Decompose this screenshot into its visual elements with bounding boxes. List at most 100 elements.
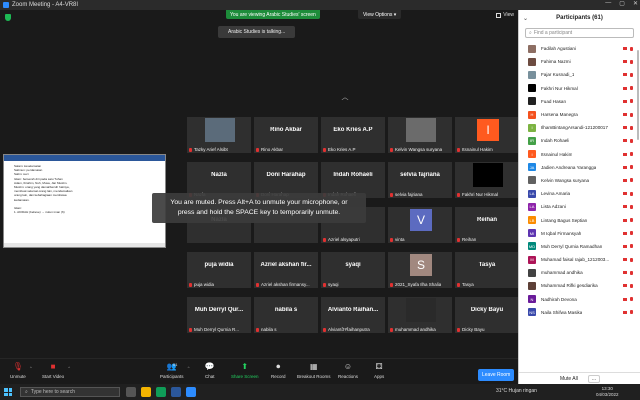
chat-button[interactable]: 💬 Chat (205, 363, 215, 380)
participant-list-item[interactable]: Fadilah Agustiani (519, 42, 640, 55)
microphone-muted-icon (630, 165, 633, 170)
audio-options-caret-icon[interactable]: ^ (30, 365, 32, 370)
unmute-button[interactable]: 🎙 Unmute ^ (10, 363, 32, 380)
chrome-icon[interactable] (156, 387, 166, 397)
shared-screen-document[interactable]: Salam: keselamatan Salimun: perdamaian Sal… (3, 154, 166, 248)
participant-list-item[interactable]: Fuad Hasan (519, 95, 640, 108)
video-off-icon (623, 99, 627, 103)
security-shield-icon[interactable] (5, 14, 11, 21)
participants-button[interactable]: 👥 61 Participants ^ (160, 362, 190, 379)
video-options-caret-icon[interactable]: ^ (68, 365, 70, 370)
participant-video-tile[interactable]: Tazky Arief Alsibt (187, 117, 251, 153)
participant-list-item[interactable]: JA Jadien Andreana Yarangga (519, 161, 640, 174)
participant-list-item[interactable]: Kelvin Wangsa suryana (519, 174, 640, 187)
gallery-next-page-icon[interactable]: ﹀ (340, 328, 350, 335)
microphone-muted-icon (630, 257, 633, 262)
participant-video-tile[interactable]: Fakhri Nur Hikmal (455, 162, 519, 198)
gallery-prev-page-icon[interactable]: ︿ (340, 94, 350, 101)
participant-video-tile[interactable]: Kelvin Wangsa suryana (388, 117, 452, 153)
participant-avatar: S (410, 254, 432, 276)
word-icon[interactable] (171, 387, 181, 397)
participant-list-item[interactable]: H Harsena Manegra (519, 108, 640, 121)
participant-name: Naila Shifwa Masika (541, 309, 583, 315)
participant-video-tile[interactable]: nabila s nabila s (254, 297, 318, 333)
participants-label: Participants (160, 374, 184, 379)
participant-video-tile[interactable]: Muh Derryl Qur... Muh Derryl Qurnia R... (187, 297, 251, 333)
participant-search-input[interactable]: ⌕ Find a participant (525, 28, 634, 38)
apps-button[interactable]: ⚃ Apps (374, 363, 384, 380)
participant-video-tile[interactable]: Eko Kries A.P Eko Kries A.P (321, 117, 385, 153)
share-screen-button[interactable]: ⬆ Share Screen (231, 363, 259, 380)
minimize-button[interactable]: — (605, 0, 611, 7)
participant-avatar: H (528, 110, 536, 119)
windows-start-icon[interactable] (4, 388, 12, 396)
participant-list-item[interactable]: Fakhri Nur Hikmal (519, 82, 640, 95)
participant-video-tile[interactable]: Rino Akbar Rino Akbar (254, 117, 318, 153)
view-button[interactable]: View (496, 12, 514, 18)
participant-list-item[interactable]: LA Lista Adzani (519, 200, 640, 213)
participant-caption-name: selvia fajriana (395, 192, 423, 197)
microphone-muted-icon (323, 147, 326, 152)
file-explorer-icon[interactable] (141, 387, 151, 397)
participant-list-item[interactable]: LA Levina Amaria (519, 187, 640, 200)
weather-widget[interactable]: 31°C Hujan ringan (496, 388, 537, 394)
participant-video-tile[interactable]: Reihan Reihan (455, 207, 519, 243)
breakout-rooms-button[interactable]: ▦ Breakout Rooms (297, 363, 331, 380)
microphone-muted-icon (630, 46, 633, 51)
participant-caption-name: Eko Kries A.P (328, 147, 356, 152)
participant-video-tile[interactable]: syaqi syaqi (321, 252, 385, 288)
participant-video-tile[interactable]: selvia fajriana selvia fajriana (388, 162, 452, 198)
participant-list-item[interactable]: M Muhamad faisal rajab_1212003... (519, 253, 640, 266)
participant-video-tile[interactable]: Dicky Bayu Dicky Bayu (455, 297, 519, 333)
participant-avatar: N (528, 295, 536, 304)
start-video-button[interactable]: ■ Start Video ^ (42, 363, 70, 380)
windows-taskbar: ⌕ Type here to search 31°C Hujan ringan … (0, 384, 640, 400)
participant-list-item[interactable]: Fajar Kusnadi_1 (519, 68, 640, 81)
participant-video-tile[interactable]: S 2021_Syafa Ilha Shalia (388, 252, 452, 288)
participant-avatar: NS (528, 308, 536, 317)
close-button[interactable]: ✕ (633, 0, 638, 7)
participant-list-item[interactable]: I IlhamBintangArsandi-121200017 (519, 121, 640, 134)
participant-list-item[interactable]: I Itsnainul Hakim (519, 148, 640, 161)
maximize-button[interactable]: ▢ (619, 0, 625, 7)
participant-video-tile[interactable]: I Itsnainul Hakim (455, 117, 519, 153)
participant-avatar: I (528, 150, 536, 159)
participant-list-scrollbar[interactable] (637, 50, 639, 140)
participant-video-tile[interactable]: muhammad andhika (388, 297, 452, 333)
participant-video-tile[interactable]: Alvianto Raihan... Alvianto Raihanputra (321, 297, 385, 333)
participants-caret-icon[interactable]: ^ (188, 365, 190, 370)
participant-list-item[interactable]: LB Lintang Bagus Septian (519, 213, 640, 226)
participant-list-item[interactable]: NS Naila Shifwa Masika (519, 306, 640, 319)
collapse-panel-icon[interactable]: ⌄ (523, 15, 528, 22)
participant-video-tile[interactable]: Vvinta (388, 207, 452, 243)
participant-caption: Azriel alsyaputri (323, 237, 360, 242)
microphone-muted-icon (630, 59, 633, 64)
participant-list-item[interactable]: N Nadhirah Devona (519, 293, 640, 306)
participant-video-tile[interactable]: Tasya Tasya (455, 252, 519, 288)
participant-avatar: I (477, 119, 499, 141)
taskbar-clock[interactable]: 13:30 04/03/2022 (596, 386, 619, 398)
view-options-button[interactable]: View Options ▾ (358, 10, 402, 19)
participant-video-tile[interactable]: Azriel akshan fir... Azriel akshan firman… (254, 252, 318, 288)
participant-video-tile[interactable]: puja widia puja widia (187, 252, 251, 288)
microphone-muted-icon (189, 327, 192, 332)
participant-list-item[interactable]: IR Indah Rohaeli (519, 134, 640, 147)
participant-list-item[interactable]: MI M Iqbal Firmansyah (519, 227, 640, 240)
participant-list-item[interactable]: MD Muh Derryl Qurnia Ramadhan (519, 240, 640, 253)
task-view-icon[interactable] (126, 387, 136, 397)
participant-list-item[interactable]: muhammad andhika (519, 266, 640, 279)
participant-name: Nadhirah Devona (541, 296, 577, 302)
participant-name: Indah Rohaeli (541, 138, 570, 144)
zoom-taskbar-icon[interactable] (186, 387, 196, 397)
participant-list-item[interactable]: Fahima Nazmi (519, 55, 640, 68)
mute-all-button[interactable]: Mute All (560, 376, 578, 382)
more-options-button[interactable]: ... (587, 374, 600, 383)
taskbar-search-input[interactable]: ⌕ Type here to search (20, 387, 120, 397)
reactions-button[interactable]: ☺ Reactions (338, 363, 358, 380)
participant-list-item[interactable]: Muhammad Rifki gesdiarika (519, 279, 640, 292)
microphone-muted-icon (630, 204, 633, 209)
record-button[interactable]: ⏺ Record (271, 363, 286, 380)
participant-caption-name: Itsnainul Hakim (462, 147, 493, 152)
leave-room-button[interactable]: Leave Room (478, 369, 515, 381)
video-off-icon (623, 218, 627, 222)
